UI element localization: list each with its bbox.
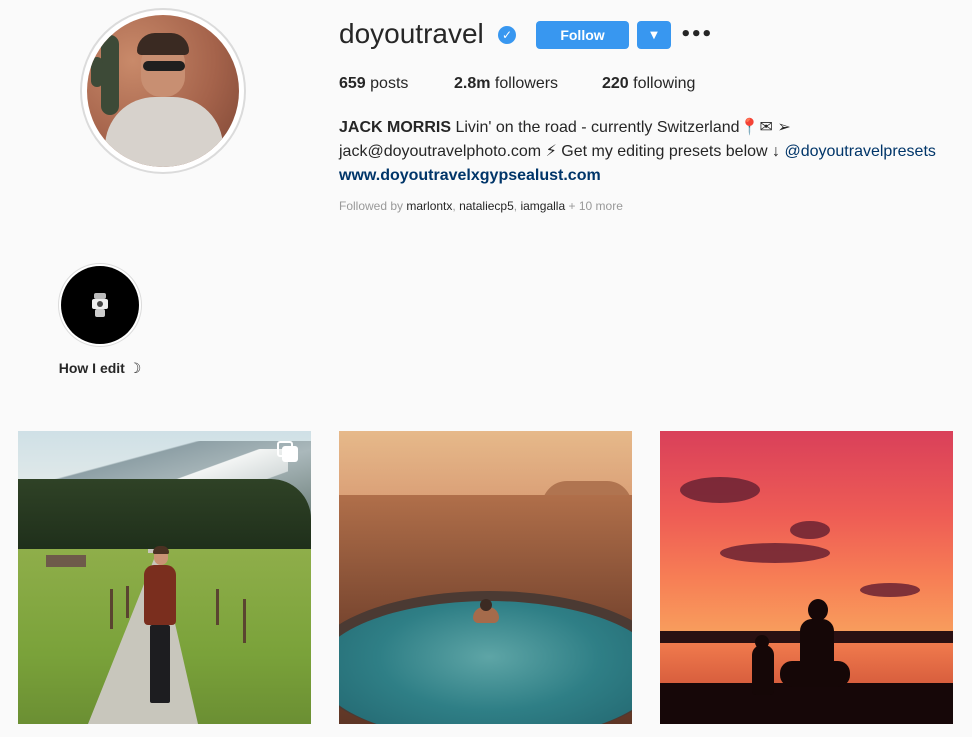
post-thumbnail[interactable] [339, 431, 632, 724]
bio-line-2: jack@doyoutravelphoto.com ⚡ Get my editi… [339, 140, 936, 164]
followed-by-prefix: Followed by [339, 199, 404, 213]
following-link[interactable]: 220 following [602, 75, 695, 93]
more-options-icon: ••• [680, 23, 713, 45]
camera-icon [92, 293, 108, 317]
bio-full-name: JACK MORRIS [339, 119, 452, 136]
post-thumbnail[interactable] [18, 431, 311, 724]
highlight-cover [61, 266, 139, 344]
posts-count-label: posts [370, 75, 409, 92]
bio-line-1: JACK MORRIS Livin' on the road - current… [339, 116, 936, 140]
followers-count-value: 2.8m [454, 75, 491, 92]
followers-count-label: followers [494, 75, 559, 92]
following-count-label: following [633, 75, 696, 92]
bio-email: jack@doyoutravelphoto.com [339, 143, 542, 160]
followers-link[interactable]: 2.8m followers [454, 75, 558, 93]
followed-by-user[interactable]: marlontx [406, 199, 452, 213]
bio-mention-link[interactable]: @doyoutravelpresets [784, 143, 935, 160]
posts-count: 659 posts [339, 75, 408, 93]
followed-by-user[interactable]: nataliecp5 [459, 199, 514, 213]
bio-text-2: ⚡ Get my editing presets below ↓ [541, 143, 785, 160]
avatar-photo [87, 15, 239, 167]
bio-text-1: Livin' on the road - currently Switzerla… [455, 119, 791, 136]
profile-bio: JACK MORRIS Livin' on the road - current… [339, 116, 936, 188]
story-highlight-label: How I edit ☽ [58, 360, 142, 376]
profile-avatar[interactable] [80, 8, 246, 174]
followed-by-more: + 10 more [568, 199, 623, 213]
more-options-button[interactable]: ••• [680, 22, 713, 46]
follow-button[interactable]: Follow [536, 21, 629, 49]
profile-username: doyoutravel [339, 18, 484, 49]
bio-website-link[interactable]: www.doyoutravelxgypsealust.com [339, 164, 936, 188]
suggested-dropdown-button[interactable]: ▼ [637, 21, 671, 49]
verified-badge-icon: ✓ [498, 26, 516, 44]
multiple-photos-icon [277, 441, 299, 463]
chevron-down-icon: ▼ [650, 29, 658, 41]
following-count-value: 220 [602, 75, 629, 92]
story-highlight[interactable] [58, 263, 142, 347]
followed-by-user[interactable]: iamgalla [520, 199, 565, 213]
followed-by[interactable]: Followed by marlontx, nataliecp5, iamgal… [339, 199, 623, 213]
posts-count-value: 659 [339, 75, 366, 92]
post-thumbnail[interactable] [660, 431, 953, 724]
